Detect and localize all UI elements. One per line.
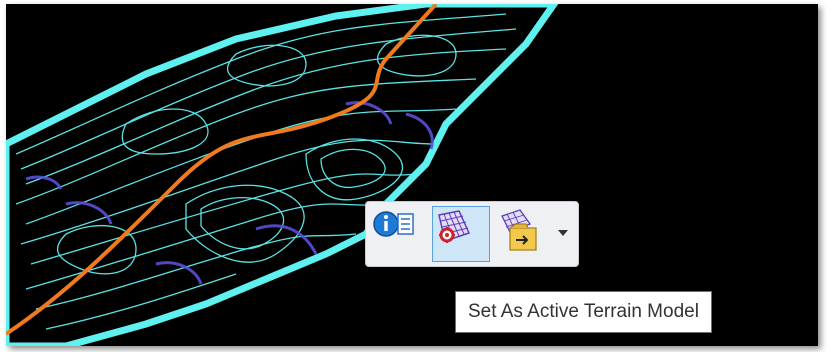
set-active-terrain-icon: [438, 210, 471, 243]
terrain-model-menu-icon: [501, 209, 537, 251]
tooltip: Set As Active Terrain Model: [455, 291, 712, 333]
terrain-context-toolbar: [365, 201, 579, 267]
properties-button[interactable]: [372, 206, 428, 262]
window-frame: Set As Active Terrain Model: [0, 0, 835, 352]
tooltip-text: Set As Active Terrain Model: [468, 301, 699, 322]
terrain-model-menu-button[interactable]: [496, 206, 574, 262]
set-active-terrain-button[interactable]: [432, 206, 490, 262]
info-icon: [373, 211, 414, 237]
chevron-down-icon[interactable]: [558, 230, 568, 236]
